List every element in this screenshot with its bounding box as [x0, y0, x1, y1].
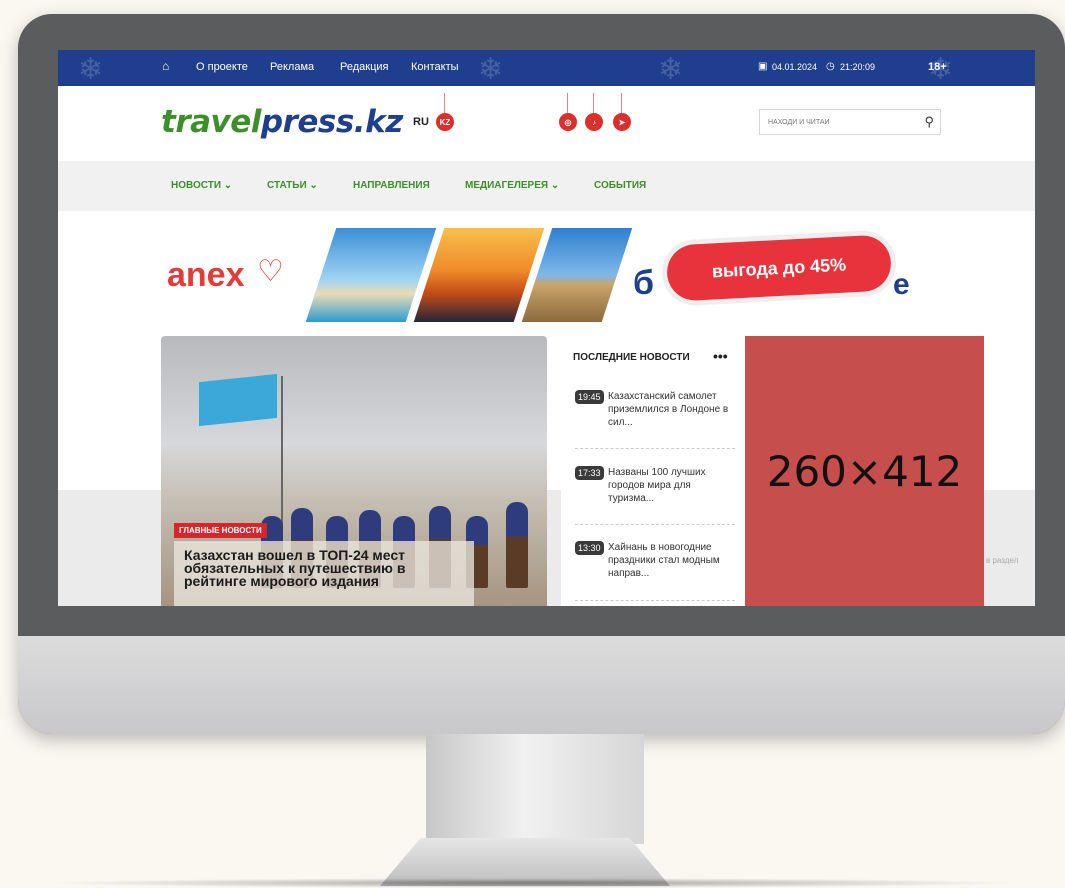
browser-screen: ❄ ❄ ❄ ❄ ⌂ О проекте Реклама Редакция Кон…: [58, 50, 1035, 606]
topnav-ads[interactable]: Реклама: [270, 61, 314, 73]
more-icon[interactable]: •••: [713, 348, 728, 364]
calendar-icon: ▣: [758, 61, 768, 72]
age-rating: 18+: [928, 61, 947, 73]
divider: [575, 448, 735, 449]
telegram-icon[interactable]: ➤: [613, 93, 631, 131]
snowflake-icon: ❄: [658, 53, 684, 86]
search-box: ⚲: [759, 109, 941, 135]
banner-partial-letter: е: [893, 268, 910, 301]
snowflake-icon: ❄: [78, 53, 104, 86]
current-time: 21:20:09: [840, 62, 876, 72]
main-nav: НОВОСТИ ⌄ СТАТЬИ ⌄ НАПРАВЛЕНИЯ МЕДИАГЕЛЕ…: [58, 161, 1035, 211]
logo-text-travel: travel: [161, 104, 261, 140]
monitor-frame: ❄ ❄ ❄ ❄ ⌂ О проекте Реклама Редакция Кон…: [18, 14, 1065, 734]
nav-articles[interactable]: СТАТЬИ ⌄: [267, 180, 318, 191]
side-link-text[interactable]: в раздел: [986, 556, 1018, 565]
latest-news-title: ПОСЛЕДНИЕ НОВОСТИ: [573, 352, 690, 363]
beach-photo: [305, 228, 437, 322]
search-icon[interactable]: ⚲: [924, 114, 934, 130]
news-headline[interactable]: Хайнань в новогодние праздники стал модн…: [608, 541, 734, 580]
heart-icon: ♡: [257, 255, 284, 288]
banner-brand: anex: [167, 256, 245, 294]
latest-news-panel: ПОСЛЕДНИЕ НОВОСТИ ••• 19:45 Казахстански…: [561, 336, 745, 606]
tiktok-icon[interactable]: ♪: [585, 93, 603, 131]
divider: [575, 524, 735, 525]
monitor-chin: [18, 636, 1065, 734]
search-input[interactable]: [760, 110, 926, 134]
category-badge[interactable]: ГЛАВНЫЕ НОВОСТИ: [174, 523, 267, 538]
divider: [575, 600, 735, 601]
topnav-editorial[interactable]: Редакция: [340, 61, 388, 73]
news-time: 19:45: [575, 390, 604, 404]
site-logo[interactable]: travelpress.kz: [161, 104, 403, 140]
news-time: 17:33: [575, 466, 604, 480]
ad-placeholder[interactable]: 260×412: [745, 336, 984, 606]
nav-news[interactable]: НОВОСТИ ⌄: [171, 180, 232, 191]
instagram-icon[interactable]: ◎: [559, 93, 577, 131]
lang-ru[interactable]: RU: [413, 116, 429, 128]
topnav-about[interactable]: О проекте: [196, 61, 248, 73]
hero-headline[interactable]: Казахстан вошел в ТОП-24 мест обязательн…: [174, 541, 474, 606]
clock-icon: ◷: [826, 61, 835, 72]
logo-text-press: press.kz: [260, 104, 403, 140]
lang-kz[interactable]: KZ: [436, 93, 454, 131]
sunset-photo: [413, 228, 545, 322]
topnav-contacts[interactable]: Контакты: [411, 61, 459, 73]
nav-media-gallery[interactable]: МЕДИАГЕЛЕРЕЯ ⌄: [465, 180, 559, 191]
news-time: 13:30: [575, 541, 604, 555]
news-headline[interactable]: Названы 100 лучших городов мира для тури…: [608, 466, 734, 505]
banner-promo: выгода до 45%: [665, 234, 893, 302]
top-bar: ❄ ❄ ❄ ❄ ⌂ О проекте Реклама Редакция Кон…: [58, 50, 1035, 86]
snowflake-icon: ❄: [478, 53, 504, 86]
flag-pole: [281, 376, 283, 536]
current-date: 04.01.2024: [772, 62, 818, 72]
floor-shadow: [40, 878, 1025, 888]
monitor-stand-neck: [426, 734, 644, 844]
nav-directions[interactable]: НАПРАВЛЕНИЯ: [353, 180, 430, 191]
flag-image: [199, 373, 277, 427]
home-icon[interactable]: ⌂: [162, 59, 169, 73]
news-headline[interactable]: Казахстанский самолет приземлился в Лонд…: [608, 390, 734, 429]
ad-banner[interactable]: anex ♡ б е выгода до 45%: [161, 228, 941, 322]
banner-partial-letter: б: [633, 264, 655, 302]
rider-figure: [506, 502, 528, 588]
nav-events[interactable]: СОБЫТИЯ: [594, 180, 646, 191]
site-header: travelpress.kz RU KZ ◎ ♪ ➤ ⚲: [58, 86, 1035, 161]
